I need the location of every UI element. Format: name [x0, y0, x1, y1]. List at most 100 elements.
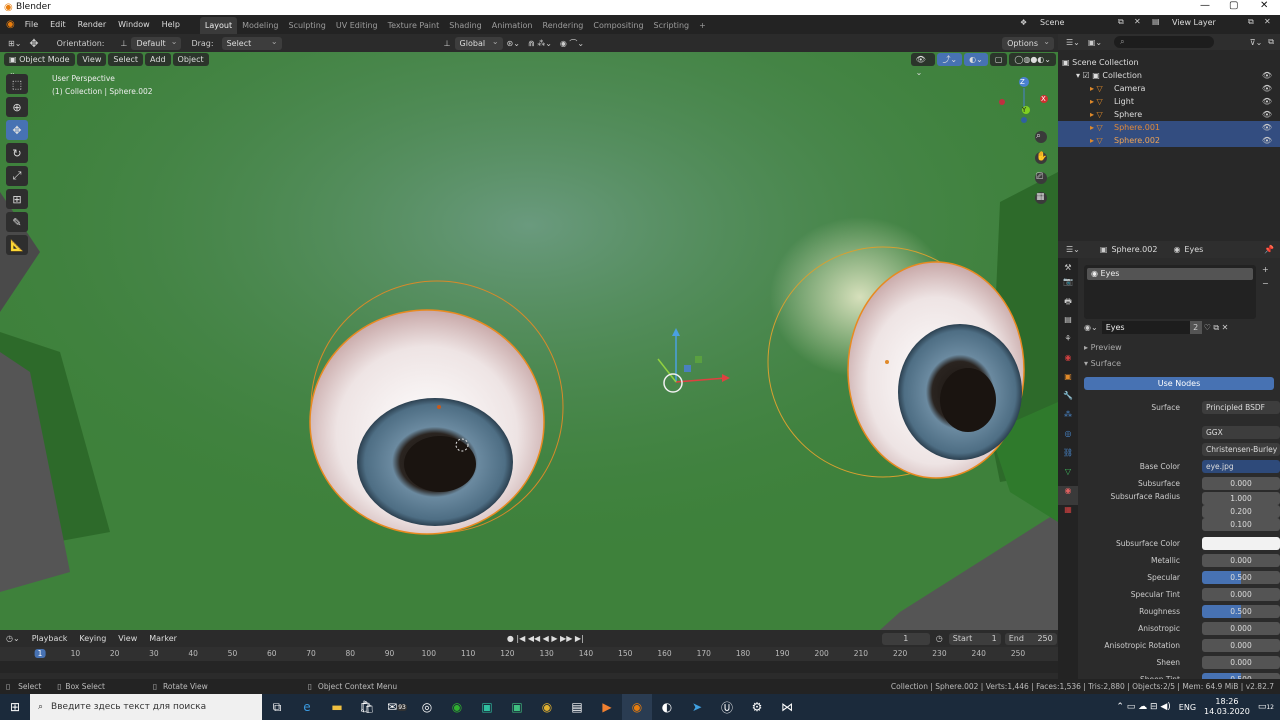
subsurface-radius-x[interactable]: 1.000 [1202, 492, 1280, 505]
pivot-icon[interactable]: ⊛⌄ [503, 39, 524, 48]
distribution-dropdown[interactable]: GGX [1202, 426, 1280, 439]
minimize-button[interactable]: — [1200, 0, 1210, 11]
view-layer-name[interactable]: View Layer [1172, 18, 1216, 27]
scene-tab-icon[interactable]: ⚘ [1058, 334, 1078, 353]
steam-icon[interactable]: ◐ [652, 694, 682, 720]
xray-icon[interactable]: ▢ [989, 52, 1008, 66]
photos-icon[interactable]: ◎ [412, 694, 442, 720]
timeline-editor-icon[interactable]: ◷⌄ [0, 634, 26, 643]
move-tool-icon[interactable]: ✥ [25, 37, 42, 50]
tab-animation[interactable]: Animation [487, 17, 538, 34]
input-language[interactable]: ENG [1179, 703, 1196, 712]
orientation-dropdown[interactable]: Default [131, 35, 182, 50]
notifications-icon[interactable]: ▭12 [1258, 702, 1274, 712]
property-slider[interactable]: 0.500 [1202, 571, 1280, 584]
select-box-tool-icon[interactable]: ⬚ [6, 74, 28, 94]
filter-icon[interactable]: ⊽⌄ [1250, 38, 1263, 47]
blender-taskbar-icon[interactable]: ◉ [622, 694, 652, 720]
gizmo-y-label[interactable]: Y [1022, 106, 1026, 114]
tab-sculpting[interactable]: Sculpting [284, 17, 331, 34]
scene-name[interactable]: Scene [1040, 18, 1115, 27]
gizmo-z-label[interactable]: Z [1020, 78, 1025, 86]
outliner-editor-icon[interactable]: ☰⌄ [1058, 38, 1088, 47]
outliner-item-sphere[interactable]: ▸ ▽ Sphere 👁 [1058, 108, 1280, 121]
measure-tool-icon[interactable]: 📐 [6, 235, 28, 255]
surface-shader-field[interactable]: Principled BSDF [1202, 401, 1280, 414]
taskbar-clock[interactable]: 18:26 14.03.2020 [1204, 697, 1250, 717]
visibility-icon[interactable]: 👁⌄ [910, 52, 936, 77]
current-frame-field[interactable]: 1 [881, 632, 930, 645]
edge-icon[interactable]: e [292, 694, 322, 720]
modifier-tab-icon[interactable]: 🔧 [1058, 391, 1078, 410]
end-frame-field[interactable]: End 250 [1004, 632, 1057, 645]
blender-menu-icon[interactable]: ◉ [0, 19, 19, 30]
telegram-icon[interactable]: ➤ [682, 694, 712, 720]
outliner-scene-collection[interactable]: ▣ Scene Collection [1058, 56, 1280, 69]
3d-viewport[interactable]: Z X Y ⌕ ✋ ⎚ ▦ User Perspective (1) Colle… [0, 52, 1058, 630]
clion-icon[interactable]: ▣ [472, 694, 502, 720]
drag-dropdown[interactable]: Select Box [221, 35, 282, 61]
xbox-icon[interactable]: ◉ [442, 694, 472, 720]
outliner-item-sphere-002[interactable]: ▸ ▽ Sphere.002 👁 [1058, 134, 1280, 147]
data-tab-icon[interactable]: ▽ [1058, 467, 1078, 486]
editor-type-icon[interactable]: ⊞⌄ [0, 39, 25, 48]
outliner-item-light[interactable]: ▸ ▽ Light 👁 [1058, 95, 1280, 108]
timeline-track[interactable] [0, 661, 1058, 673]
base-color-field[interactable]: eye.jpg [1202, 460, 1280, 473]
eye-icon[interactable]: 👁 [1262, 69, 1272, 82]
texture-tab-icon[interactable]: ▦ [1058, 505, 1078, 524]
preview-panel[interactable]: ▸ Preview [1084, 343, 1122, 352]
subsurface-field[interactable]: 0.000 [1202, 477, 1280, 490]
property-slider[interactable]: 0.000 [1202, 622, 1280, 635]
task-view-icon[interactable]: ⧉ [262, 694, 292, 720]
new-collection-icon[interactable]: ⧉ [1262, 37, 1280, 47]
transform-tool-icon[interactable]: ⊞ [6, 189, 28, 209]
outliner-item-sphere-001[interactable]: ▸ ▽ Sphere.001 👁 [1058, 121, 1280, 134]
pin-icon[interactable]: 📌 [1264, 245, 1280, 254]
world-tab-icon[interactable]: ◉ [1058, 353, 1078, 372]
windows-start-icon[interactable]: ⊞ [0, 694, 30, 720]
collection-expand-icon[interactable]: ▾ ☑ ▣ [1076, 71, 1102, 80]
render-tab-icon[interactable]: 📷 [1058, 277, 1078, 296]
object-tab-icon[interactable]: ▣ [1058, 372, 1078, 391]
viewport-menu-object[interactable]: Object [172, 52, 209, 66]
snap-icon[interactable]: ⋒ ⁂⌄ [524, 39, 556, 48]
options-dropdown[interactable]: Options [1002, 35, 1054, 50]
view-layer-icon[interactable]: ▤ [1152, 17, 1160, 26]
gizmo-x-label[interactable]: X [1041, 95, 1046, 103]
rotate-tool-icon[interactable]: ↻ [6, 143, 28, 163]
transform-orientation-dropdown[interactable]: Global [454, 35, 503, 50]
chrome-icon[interactable]: ◉ [532, 694, 562, 720]
properties-editor-icon[interactable]: ☰⌄ [1058, 245, 1088, 254]
outliner-item-camera[interactable]: ▸ ▽ Camera 👁 [1058, 82, 1280, 95]
material-tab-icon[interactable]: ◉ [1058, 486, 1078, 505]
move-tool-button[interactable]: ✥ [6, 120, 28, 140]
unreal-icon[interactable]: Ⓤ [712, 694, 742, 720]
annotate-tool-icon[interactable]: ✎ [6, 212, 28, 232]
add-slot-button[interactable]: + [1262, 265, 1269, 274]
mode-dropdown[interactable]: ▣ Object Mode ⌄ [4, 52, 76, 77]
menu-file[interactable]: File [19, 15, 44, 34]
shading-modes-icon[interactable]: ◯◍●◐⌄ [1009, 52, 1056, 66]
media-player-icon[interactable]: ▶ [592, 694, 622, 720]
material-name-field[interactable]: Eyes [1101, 321, 1190, 334]
material-selector[interactable]: ◉⌄ Eyes 2 ♡ ⧉ ✕ [1084, 321, 1264, 334]
particles-tab-icon[interactable]: ⁂ [1058, 410, 1078, 429]
visual-studio-icon[interactable]: ⋈ [772, 694, 802, 720]
zoom-icon[interactable]: ⌕ [1036, 131, 1041, 141]
constraints-tab-icon[interactable]: ⛓ [1058, 448, 1078, 467]
property-slider[interactable]: 0.000 [1202, 554, 1280, 567]
property-slider[interactable]: 0.000 [1202, 639, 1280, 652]
surface-panel-header[interactable]: ▾ Surface [1084, 359, 1121, 368]
tab-uv-editing[interactable]: UV Editing [331, 17, 383, 34]
output-tab-icon[interactable]: 🖶 [1058, 296, 1078, 315]
eye-icon[interactable]: 👁 [1262, 82, 1272, 95]
material-slot-item[interactable]: ◉ Eyes [1087, 268, 1253, 280]
tab-rendering[interactable]: Rendering [538, 17, 589, 34]
viewport-menu-select[interactable]: Select [108, 52, 144, 66]
outliner-search-input[interactable]: ⌕ [1114, 36, 1215, 48]
subsurface-radius-z[interactable]: 0.100 [1202, 518, 1280, 531]
viewport-menu-view[interactable]: View [77, 52, 107, 66]
material-browse-icon[interactable]: ◉⌄ [1084, 323, 1098, 332]
file-explorer-icon[interactable]: ▬ [322, 694, 352, 720]
